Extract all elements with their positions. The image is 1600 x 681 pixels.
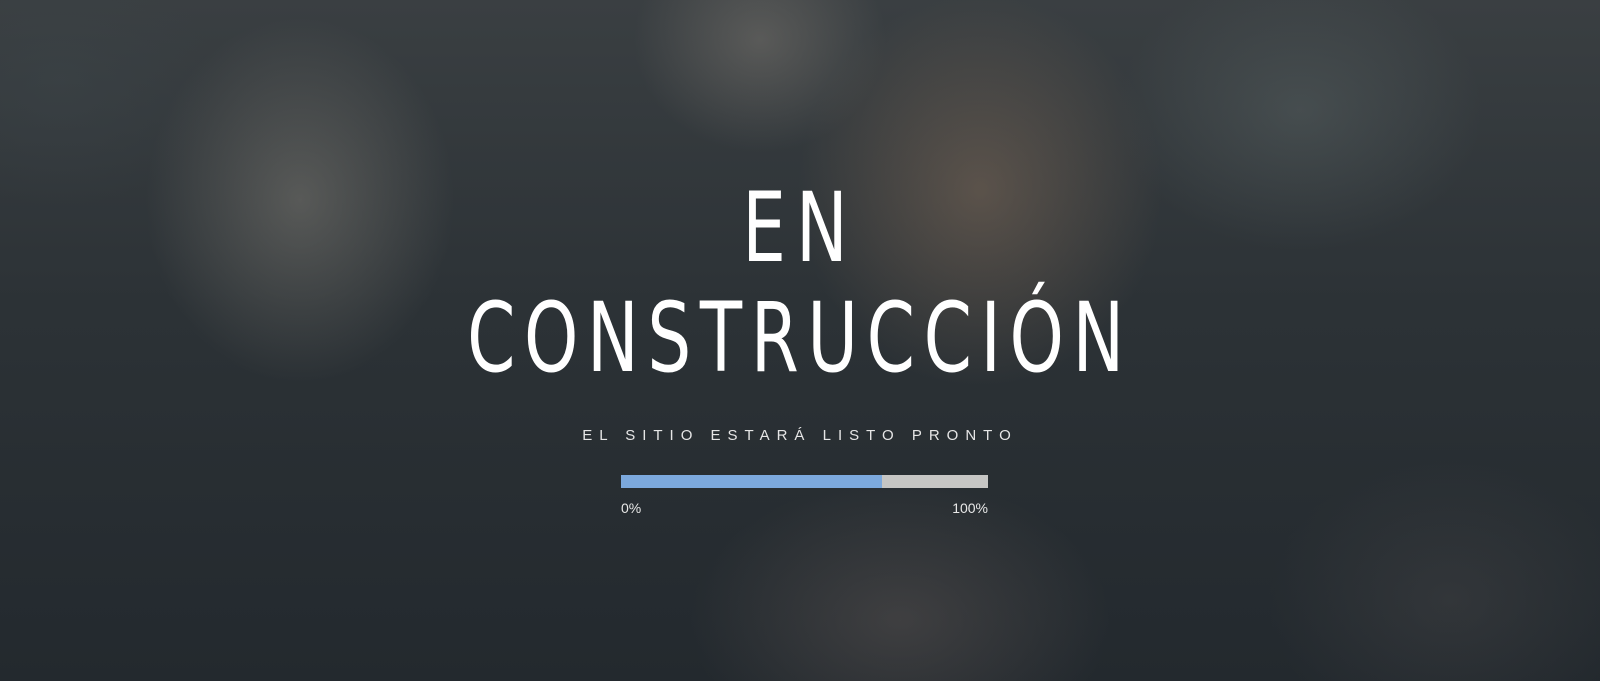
page-title-line-2: CONSTRUCCIÓN [467,282,1133,394]
progress-max-label: 100% [952,500,988,516]
subtitle: EL SITIO ESTARÁ LISTO PRONTO [582,427,1018,444]
progress-bar [621,475,988,488]
construction-page: EN CONSTRUCCIÓN EL SITIO ESTARÁ LISTO PR… [0,0,1600,681]
page-title-line-1: EN [742,172,858,284]
progress-bar-fill [621,475,882,488]
progress-min-label: 0% [621,500,642,516]
